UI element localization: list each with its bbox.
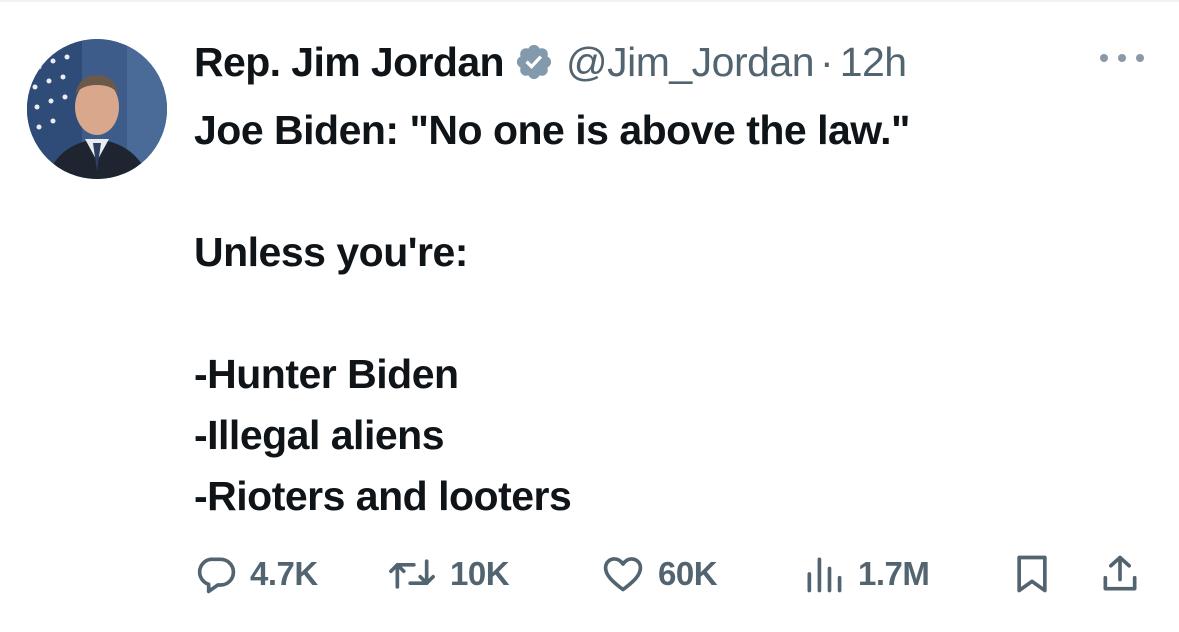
- views-count: 1.7M: [858, 555, 930, 592]
- retweet-button[interactable]: 10K: [386, 548, 510, 600]
- heart-icon: [603, 557, 643, 592]
- retweet-count: 10K: [450, 555, 510, 592]
- views-button[interactable]: 1.7M: [802, 548, 930, 600]
- views-chart-icon: [807, 557, 842, 593]
- tweet-line: -Rioters and looters: [194, 473, 572, 519]
- reply-count: 4.7K: [250, 555, 318, 592]
- like-count: 60K: [658, 555, 718, 592]
- like-button[interactable]: 60K: [600, 548, 718, 600]
- display-name[interactable]: Rep. Jim Jordan: [194, 39, 505, 86]
- tweet-text: Joe Biden: "No one is above the law." Un…: [194, 100, 1154, 527]
- bookmark-button[interactable]: [1010, 548, 1054, 600]
- tweet-line: -Illegal aliens: [194, 412, 445, 458]
- verified-badge-icon[interactable]: [514, 42, 554, 82]
- action-bar: 4.7K 10K 60K 1.7M: [194, 548, 1154, 600]
- more-options-icon[interactable]: [1096, 48, 1148, 68]
- top-divider: [0, 0, 1179, 2]
- share-button[interactable]: [1098, 548, 1142, 600]
- tweet-line: -Hunter Biden: [194, 351, 459, 397]
- reply-button[interactable]: 4.7K: [194, 548, 318, 600]
- share-icon: [1103, 555, 1137, 591]
- avatar-photo-icon: [27, 39, 167, 179]
- reply-icon: [197, 557, 236, 594]
- separator-dot: ·: [820, 38, 834, 85]
- timestamp[interactable]: 12h: [840, 39, 907, 86]
- avatar[interactable]: [27, 39, 167, 179]
- bookmark-icon: [1017, 555, 1047, 593]
- retweet-icon: [389, 559, 435, 589]
- tweet-header: Rep. Jim Jordan @Jim_Jordan · 12h: [194, 34, 907, 90]
- user-handle[interactable]: @Jim_Jordan: [566, 39, 815, 86]
- tweet-line: Unless you're:: [194, 229, 468, 275]
- tweet-line: Joe Biden: "No one is above the law.": [194, 107, 911, 153]
